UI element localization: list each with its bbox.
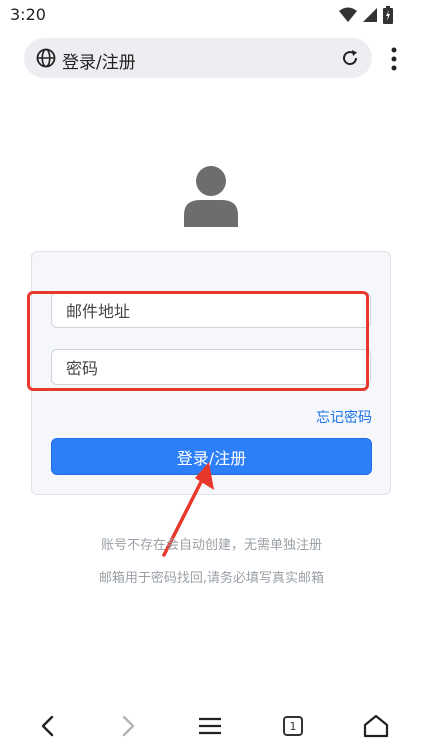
login-register-button[interactable]: 登录/注册 [51,438,372,475]
address-title: 登录/注册 [62,53,136,73]
home-icon [363,714,389,738]
login-register-button-label: 登录/注册 [176,448,247,468]
forgot-password-link[interactable]: 忘记密码 [316,407,372,427]
address-bar[interactable]: 登录/注册 [24,38,372,78]
tabs-icon: 1 [283,716,303,736]
menu-icon [199,717,221,735]
auto-create-note: 账号不存在会自动创建，无需单独注册 [100,538,322,553]
status-icons [339,6,393,24]
back-icon [41,715,54,737]
email-recovery-note: 邮箱用于密码找回,请务必填写真实邮箱 [98,571,325,586]
nav-back-button[interactable] [28,708,68,744]
status-time: 3:20 [10,5,46,24]
signal-icon [363,8,377,22]
nav-menu-button[interactable] [190,708,230,744]
battery-charging-icon [383,6,393,24]
nav-forward-button[interactable] [108,708,148,744]
annotation-highlight-box [27,291,369,391]
wifi-icon [339,7,357,22]
more-vertical-icon[interactable] [386,46,402,72]
nav-tabs-button[interactable]: 1 [273,708,313,744]
nav-home-button[interactable] [356,708,396,744]
status-bar: 3:20 [0,0,423,30]
bottom-nav-bar: 1 [0,700,423,752]
user-avatar-icon [184,166,238,227]
globe-icon [36,48,56,68]
forward-icon [122,715,135,737]
reload-icon[interactable] [340,48,360,68]
tab-count: 1 [289,719,297,733]
